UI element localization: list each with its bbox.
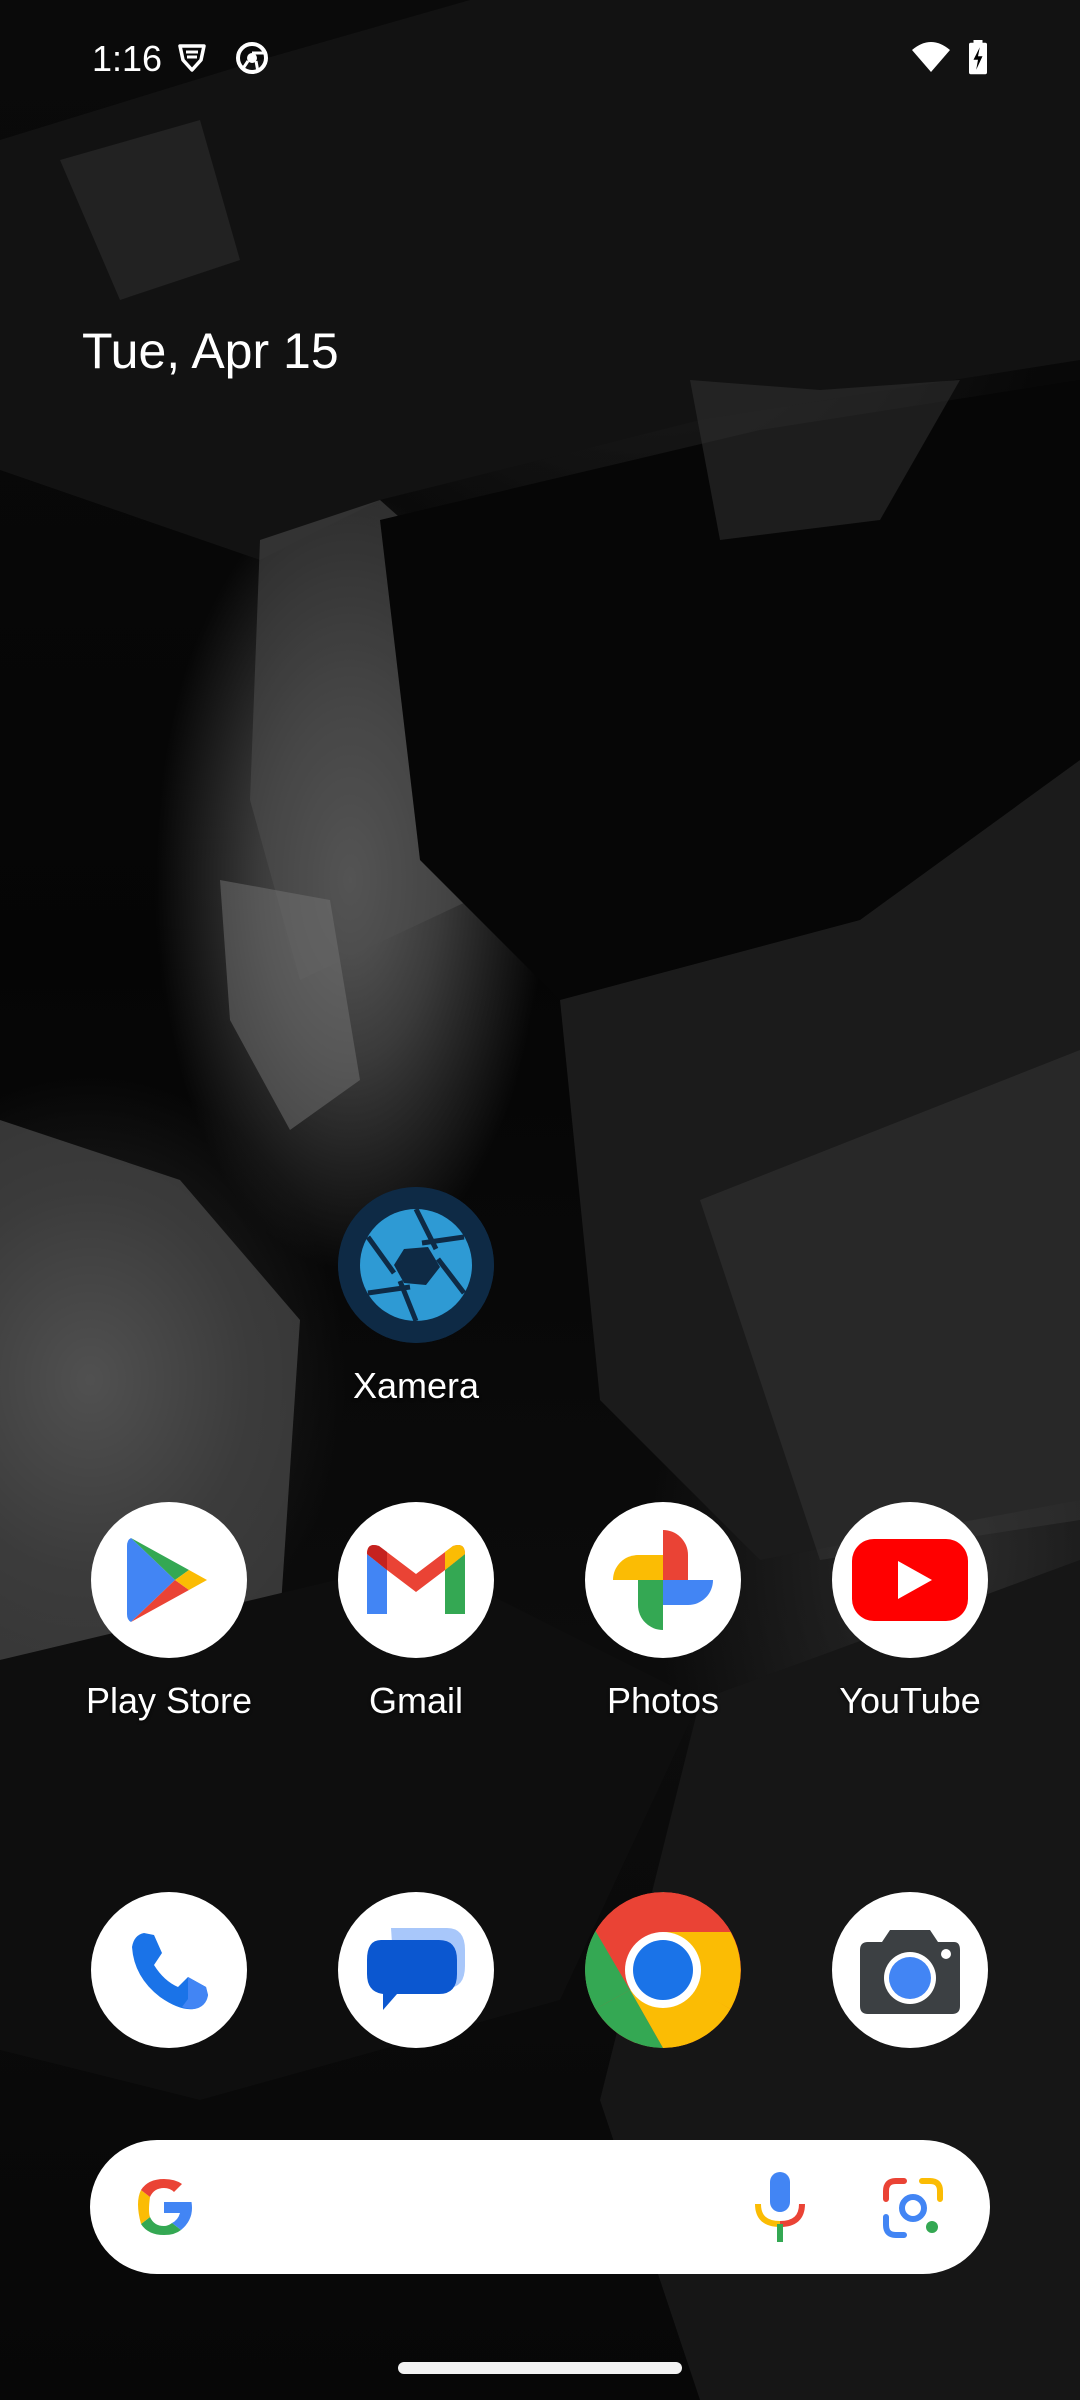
chrome-icon <box>585 1892 741 2048</box>
youtube-icon <box>832 1502 988 1658</box>
app-gmail[interactable]: Gmail <box>291 1502 541 1722</box>
wifi-icon <box>912 42 950 72</box>
status-time: 1:16 <box>92 38 163 79</box>
messages-icon <box>338 1892 494 2048</box>
app-label: Play Store <box>85 1680 253 1721</box>
gmail-icon <box>338 1502 494 1658</box>
dock-chrome[interactable] <box>538 1892 788 2048</box>
dock-messages[interactable] <box>291 1892 541 2048</box>
dock-camera[interactable] <box>785 1892 1035 2048</box>
app-label: Gmail <box>368 1680 463 1721</box>
dock-phone[interactable] <box>44 1892 294 2048</box>
google-search-bar[interactable] <box>90 2140 990 2274</box>
date-widget[interactable]: Tue, Apr 15 <box>82 322 339 380</box>
chrome-notification-icon <box>236 42 268 74</box>
photos-icon <box>585 1502 741 1658</box>
google-g-icon <box>138 2179 192 2235</box>
camera-icon <box>832 1892 988 2048</box>
gesture-nav-handle[interactable] <box>398 2362 682 2374</box>
status-bar: 1:16 <box>0 0 1080 120</box>
vpn-shield-icon <box>178 44 206 72</box>
home-screen: 1:16 Tue, Apr 15 Xamera Play Store Gmail… <box>0 0 1080 2400</box>
app-photos[interactable]: Photos <box>538 1502 788 1722</box>
google-lens-icon[interactable] <box>880 2175 946 2241</box>
app-xamera[interactable]: Xamera <box>291 1187 541 1407</box>
play-store-icon <box>91 1502 247 1658</box>
phone-icon <box>91 1892 247 2048</box>
app-label: YouTube <box>839 1680 981 1721</box>
app-label: Xamera <box>352 1365 480 1406</box>
app-youtube[interactable]: YouTube <box>785 1502 1035 1722</box>
battery-charging-icon <box>969 40 987 75</box>
microphone-icon[interactable] <box>750 2170 810 2244</box>
app-play-store[interactable]: Play Store <box>44 1502 294 1722</box>
app-label: Photos <box>606 1680 720 1721</box>
xamera-aperture-icon <box>338 1187 494 1343</box>
